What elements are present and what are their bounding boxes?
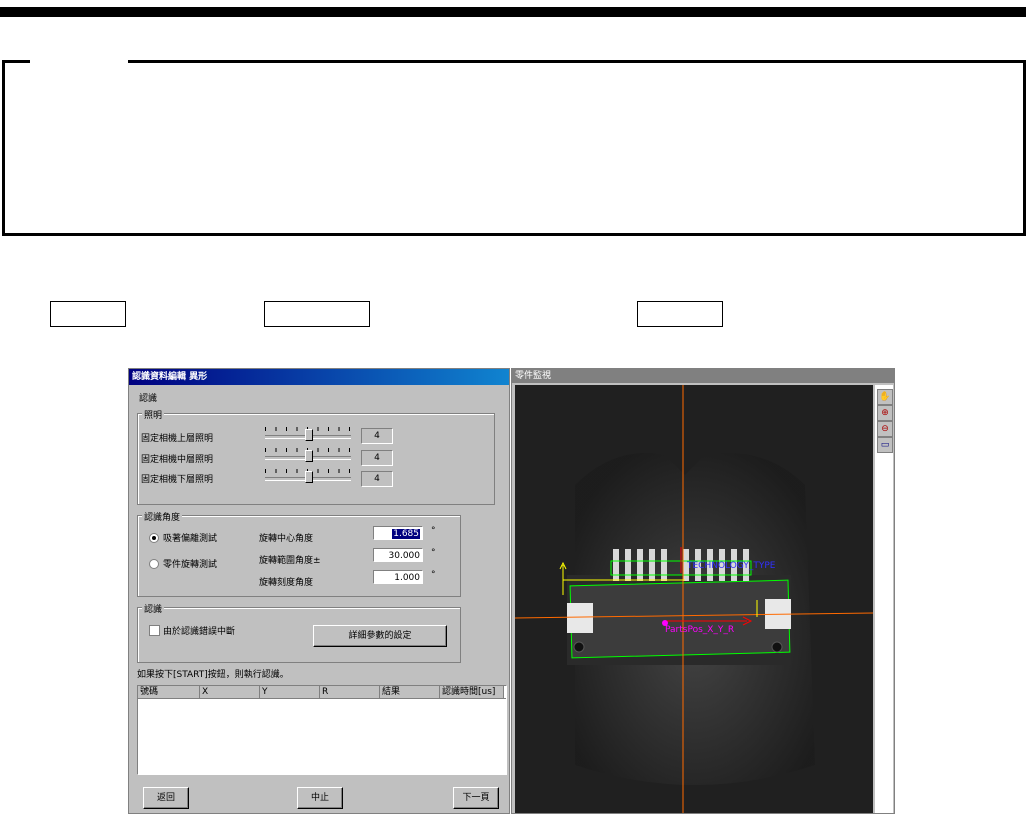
rotation-center-value: 1.685	[392, 529, 420, 539]
outline-key-2	[264, 301, 370, 327]
results-table-header: 號碼 X Y R 結果 認識時間[us]	[138, 686, 506, 699]
light-lower-value: 4	[361, 471, 393, 487]
rotation-step-label: 旋轉刻度角度	[259, 578, 314, 588]
back-button[interactable]: 返回	[143, 787, 189, 809]
rotation-range-label: 旋轉範圍角度±	[259, 556, 321, 566]
note-box	[2, 60, 1026, 236]
results-table[interactable]: 號碼 X Y R 結果 認識時間[us]	[137, 685, 507, 775]
radio-suction-offset[interactable]	[149, 533, 159, 543]
angle-title: 認識角度	[142, 510, 183, 523]
col-number[interactable]: 號碼	[138, 686, 200, 698]
col-r[interactable]: R	[320, 686, 380, 698]
top-rule	[0, 7, 1026, 17]
top-label: TECHNOLOGY_TYPE	[686, 561, 776, 571]
rotation-center-unit: °	[431, 526, 436, 536]
light-upper-slider[interactable]	[265, 427, 351, 441]
col-y[interactable]: Y	[260, 686, 320, 698]
light-upper-label: 固定相機上層照明	[141, 434, 214, 444]
light-middle-value: 4	[361, 450, 393, 466]
bottom-label: PartsPos_X_Y_R	[665, 625, 734, 635]
rotation-step-unit: °	[431, 570, 436, 580]
outline-key-1	[50, 301, 126, 327]
rotation-range-input[interactable]: 30.000	[373, 548, 423, 562]
parts-monitor-panel: 零件監視 TECHNOLOGY_TYPE PartsPos_X_Y_R ✋ ⊕ …	[511, 368, 895, 814]
rotation-range-unit: °	[431, 548, 436, 558]
col-time[interactable]: 認識時間[us]	[440, 686, 504, 698]
rotation-center-input[interactable]: 1.685	[373, 526, 423, 540]
hand-icon[interactable]: ✋	[877, 389, 893, 405]
col-result[interactable]: 結果	[380, 686, 440, 698]
radio-part-rotation-label: 零件旋轉測試	[163, 560, 218, 570]
lighting-title: 照明	[142, 408, 165, 421]
section-label: 認識	[139, 394, 158, 404]
light-middle-slider[interactable]	[265, 448, 351, 462]
light-lower-slider[interactable]	[265, 469, 351, 483]
outline-key-3	[637, 301, 723, 327]
part-outline	[569, 579, 791, 659]
col-x[interactable]: X	[200, 686, 260, 698]
recognition-title: 認識	[142, 602, 165, 615]
start-hint: 如果按下[START]按鈕，則執行認識。	[137, 670, 289, 680]
stop-button[interactable]: 中止	[297, 787, 343, 809]
monitor-icon[interactable]: ▭	[877, 437, 893, 453]
radio-suction-offset-label: 吸著偏離測試	[163, 534, 218, 544]
camera-view[interactable]: TECHNOLOGY_TYPE PartsPos_X_Y_R	[515, 385, 873, 813]
monitor-title: 零件監視	[512, 369, 894, 383]
light-upper-value: 4	[361, 428, 393, 444]
light-lower-label: 固定相機下層照明	[141, 475, 214, 485]
zoom-out-icon[interactable]: ⊖	[877, 421, 893, 437]
zoom-in-icon[interactable]: ⊕	[877, 405, 893, 421]
note-box-gap	[30, 56, 128, 66]
error-stop-label: 由於認識錯誤中斷	[163, 627, 236, 637]
light-middle-label: 固定相機中層照明	[141, 455, 214, 465]
error-stop-checkbox[interactable]	[149, 625, 160, 636]
dialog-title: 認識資料編輯 異形	[129, 369, 509, 385]
rotation-center-label: 旋轉中心角度	[259, 534, 314, 544]
left-tab	[567, 603, 593, 633]
detail-settings-button[interactable]: 詳細參數的設定	[313, 625, 447, 647]
monitor-toolbar: ✋ ⊕ ⊖ ▭	[875, 385, 893, 813]
next-page-button[interactable]: 下一頁	[453, 787, 499, 809]
camera-image: TECHNOLOGY_TYPE PartsPos_X_Y_R	[515, 385, 873, 813]
rotation-step-input[interactable]: 1.000	[373, 570, 423, 584]
recognition-dialog: 認識資料編輯 異形 認識 照明 固定相機上層照明 4 固定相機中層照明 4 固定…	[128, 368, 510, 814]
radio-part-rotation[interactable]	[149, 559, 159, 569]
